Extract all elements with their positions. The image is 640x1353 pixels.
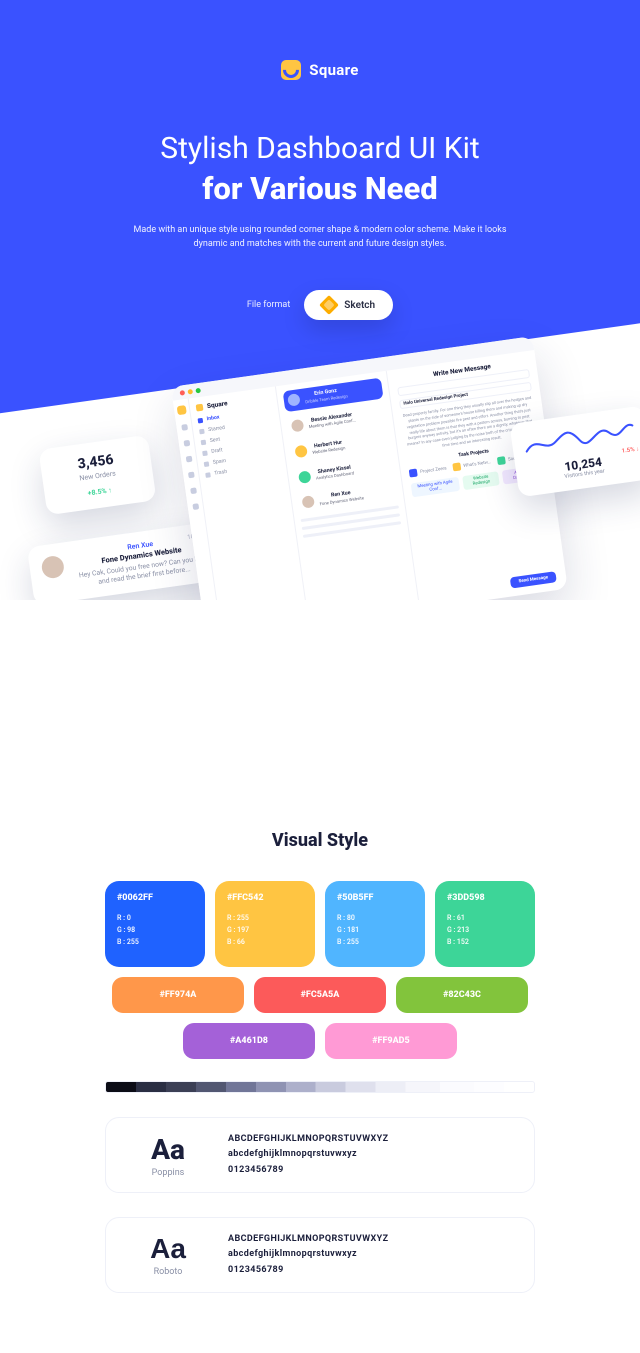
font-sample: Aa bbox=[128, 1133, 208, 1166]
swatch-r: R : 61 bbox=[447, 913, 523, 925]
font-name: Poppins bbox=[128, 1168, 208, 1178]
task-label: What's Netw... bbox=[463, 460, 492, 469]
mail-nav: Inbox Starred Sent Draft Spam Trash bbox=[197, 407, 280, 478]
logo-icon bbox=[177, 405, 187, 415]
swatch-hex: #FFC542 bbox=[227, 893, 303, 903]
avatar bbox=[294, 444, 308, 458]
font-digits: 0123456789 bbox=[228, 1263, 388, 1278]
hero-title: Stylish Dashboard UI Kit for Various Nee… bbox=[40, 130, 600, 208]
font-lower: abcdefghijklmnopqrstuvwxyz bbox=[228, 1247, 388, 1262]
swatch-r: R : 80 bbox=[337, 913, 413, 925]
swatch-g: G : 213 bbox=[447, 925, 523, 937]
swatch-b: B : 152 bbox=[447, 937, 523, 949]
font-sample: Aa bbox=[128, 1233, 208, 1265]
section-heading: Visual Style bbox=[90, 830, 550, 851]
font-lower: abcdefghijklmnopqrstuvwxyz bbox=[228, 1147, 388, 1162]
swatch-b: B : 255 bbox=[117, 937, 193, 949]
font-upper: ABCDEFGHIJKLMNOPQRSTUVWXYZ bbox=[228, 1132, 388, 1147]
send-button[interactable]: Send Message bbox=[510, 571, 557, 588]
color-swatch: #FF9AD5 bbox=[325, 1023, 457, 1059]
swatch-row-mid: #FF974A #FC5A5A #82C43C bbox=[90, 977, 550, 1013]
avatar bbox=[302, 496, 316, 510]
file-format-row: File format Sketch bbox=[247, 290, 393, 320]
sketch-label: Sketch bbox=[344, 300, 375, 311]
swatch-b: B : 255 bbox=[337, 937, 413, 949]
dashboard-window: Square Inbox Starred Sent Draft Spam Tra… bbox=[171, 336, 568, 600]
font-digits: 0123456789 bbox=[228, 1163, 388, 1178]
hero-section: Square Stylish Dashboard UI Kit for Vari… bbox=[0, 0, 640, 600]
file-format-label: File format bbox=[247, 300, 290, 310]
hero-subtitle: Made with an unique style using rounded … bbox=[130, 224, 510, 252]
task-chip[interactable]: What's Netw... bbox=[452, 458, 492, 471]
app-brand: Square bbox=[206, 399, 228, 410]
swatch-row-large: #0062FF R : 0 G : 98 B : 255 #FFC542 R :… bbox=[90, 881, 550, 967]
visual-style-section: Visual Style #0062FF R : 0 G : 98 B : 25… bbox=[0, 830, 640, 1353]
hero-title-line1: Stylish Dashboard UI Kit bbox=[160, 131, 479, 166]
tag-chip[interactable]: Website Redesign bbox=[462, 471, 500, 490]
swatch-b: B : 66 bbox=[227, 937, 303, 949]
swatch-hex: #0062FF bbox=[117, 893, 193, 903]
font-name: Roboto bbox=[128, 1267, 208, 1277]
color-swatch: #0062FF R : 0 G : 98 B : 255 bbox=[105, 881, 205, 967]
swatch-hex: #50B5FF bbox=[337, 893, 413, 903]
avatar bbox=[291, 419, 305, 433]
avatar bbox=[40, 555, 65, 580]
swatch-row-small: #A461D8 #FF9AD5 bbox=[90, 1023, 550, 1059]
brand-name: Square bbox=[309, 61, 358, 79]
greyscale-ramp bbox=[105, 1081, 535, 1093]
sketch-pill[interactable]: Sketch bbox=[304, 290, 393, 320]
hero-title-line2: for Various Need bbox=[40, 170, 600, 209]
logo-icon bbox=[281, 60, 301, 80]
color-swatch: #FF974A bbox=[112, 977, 244, 1013]
logo-icon bbox=[196, 403, 204, 411]
color-swatch: #82C43C bbox=[396, 977, 528, 1013]
swatch-r: R : 0 bbox=[117, 913, 193, 925]
task-chip[interactable]: Project Zeera bbox=[409, 464, 447, 477]
swatch-g: G : 181 bbox=[337, 925, 413, 937]
swatch-g: G : 98 bbox=[117, 925, 193, 937]
swatch-g: G : 197 bbox=[227, 925, 303, 937]
font-card-roboto: Aa Roboto ABCDEFGHIJKLMNOPQRSTUVWXYZ abc… bbox=[105, 1217, 535, 1293]
font-card-poppins: Aa Poppins ABCDEFGHIJKLMNOPQRSTUVWXYZ ab… bbox=[105, 1117, 535, 1193]
color-swatch: #A461D8 bbox=[183, 1023, 315, 1059]
task-label: Project Zeera bbox=[420, 466, 447, 475]
color-swatch: #FC5A5A bbox=[254, 977, 386, 1013]
brand-logo: Square bbox=[281, 60, 358, 80]
color-swatch: #3DD598 R : 61 G : 213 B : 152 bbox=[435, 881, 535, 967]
orders-delta: +8.5% ↑ bbox=[59, 482, 141, 501]
swatch-hex: #3DD598 bbox=[447, 893, 523, 903]
swatch-r: R : 255 bbox=[227, 913, 303, 925]
avatar bbox=[287, 393, 301, 407]
sketch-icon bbox=[319, 295, 339, 315]
color-swatch: #50B5FF R : 80 G : 181 B : 255 bbox=[325, 881, 425, 967]
avatar bbox=[298, 470, 312, 484]
font-upper: ABCDEFGHIJKLMNOPQRSTUVWXYZ bbox=[228, 1232, 388, 1247]
color-swatch: #FFC542 R : 255 G : 197 B : 66 bbox=[215, 881, 315, 967]
tag-chip[interactable]: Meeting with Agile Conf... bbox=[411, 477, 460, 498]
